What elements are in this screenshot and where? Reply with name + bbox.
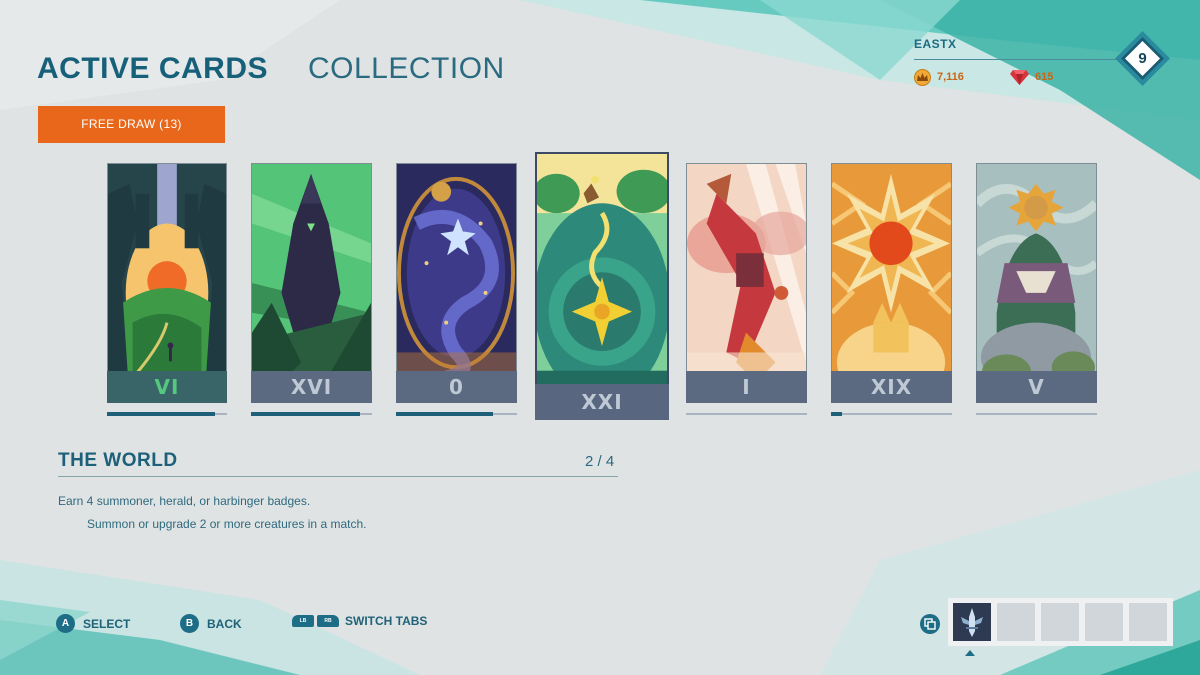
tab-collection[interactable]: COLLECTION	[308, 52, 505, 86]
card-numeral: V	[976, 371, 1097, 403]
card-numeral: XXI	[535, 384, 669, 420]
card-numeral: XVI	[251, 371, 372, 403]
select-label: SELECT	[83, 616, 131, 631]
card-progress	[396, 412, 517, 416]
tarot-lovers-illustration	[108, 164, 226, 402]
card-xvi[interactable]: XVI	[251, 163, 372, 403]
card-sub-description: Summon or upgrade 2 or more creatures in…	[87, 517, 367, 531]
card-xxi[interactable]: XXI	[535, 152, 669, 420]
deck-slot-4[interactable]	[1085, 603, 1123, 641]
card-art	[396, 163, 517, 403]
card-progress	[831, 412, 952, 416]
crown-coin-icon	[914, 68, 931, 86]
card-i[interactable]: I	[686, 163, 807, 403]
card-art	[107, 163, 227, 403]
tab-active-cards[interactable]: ACTIVE CARDS	[37, 52, 268, 86]
switch-tabs-prompt[interactable]: LB RB SWITCH TABS	[292, 614, 427, 628]
card-vi[interactable]: VI	[107, 163, 227, 403]
tarot-hierophant-illustration	[977, 164, 1096, 402]
card-art	[535, 152, 669, 420]
card-art	[251, 163, 372, 403]
card-numeral: VI	[107, 371, 227, 403]
deck-slot-5[interactable]	[1129, 603, 1167, 641]
sword-emblem-icon	[953, 603, 991, 641]
back-prompt[interactable]: B BACK	[180, 614, 242, 633]
deck-slots-panel	[948, 598, 1173, 646]
gem-amount: 615	[1035, 71, 1054, 83]
deck-slot-1[interactable]	[953, 603, 991, 641]
card-v[interactable]: V	[976, 163, 1097, 403]
card-numeral: XIX	[831, 371, 952, 403]
gold-amount: 7,116	[937, 71, 964, 83]
card-numeral: I	[686, 371, 807, 403]
player-name: EASTX	[914, 37, 957, 51]
player-level: 9	[1138, 50, 1147, 67]
card-progress	[107, 412, 227, 416]
card-description: Earn 4 summoner, herald, or harbinger ba…	[58, 494, 311, 508]
card-progress-fill	[396, 412, 493, 416]
card-progress-count: 2 / 4	[585, 453, 615, 470]
gem-currency: 615	[1010, 68, 1053, 86]
a-button-icon: A	[56, 614, 75, 633]
card-art	[831, 163, 952, 403]
card-0[interactable]: 0	[396, 163, 517, 403]
ruby-gem-icon	[1010, 69, 1029, 85]
tarot-magician-illustration	[687, 164, 806, 402]
card-xix[interactable]: XIX	[831, 163, 952, 403]
card-progress-fill	[831, 412, 842, 416]
card-title: THE WORLD	[58, 450, 178, 471]
deck-slot-2[interactable]	[997, 603, 1035, 641]
gold-currency: 7,116	[914, 68, 964, 86]
card-progress-fill	[107, 412, 215, 416]
card-progress	[686, 413, 807, 415]
tarot-tower-illustration	[252, 164, 371, 402]
lb-bumper-icon: LB	[292, 615, 314, 627]
tarot-fool-illustration	[397, 164, 516, 402]
card-progress	[976, 413, 1097, 415]
deck-slot-3[interactable]	[1041, 603, 1079, 641]
card-numeral: 0	[396, 371, 517, 403]
card-art	[686, 163, 807, 403]
card-progress	[251, 412, 372, 416]
switch-tabs-label: SWITCH TABS	[345, 614, 428, 628]
select-prompt[interactable]: A SELECT	[56, 614, 130, 633]
player-divider	[914, 59, 1130, 60]
slot-selector-caret-icon	[965, 650, 975, 656]
card-progress-fill	[251, 412, 360, 416]
tarot-world-illustration	[537, 154, 667, 418]
tarot-sun-illustration	[832, 164, 951, 402]
title-divider	[58, 476, 618, 477]
rb-bumper-icon: RB	[317, 615, 339, 627]
back-label: BACK	[207, 616, 242, 631]
b-button-icon: B	[180, 614, 199, 633]
deck-view-icon[interactable]	[920, 614, 940, 634]
free-draw-button[interactable]: FREE DRAW (13)	[38, 106, 225, 143]
card-art	[976, 163, 1097, 403]
